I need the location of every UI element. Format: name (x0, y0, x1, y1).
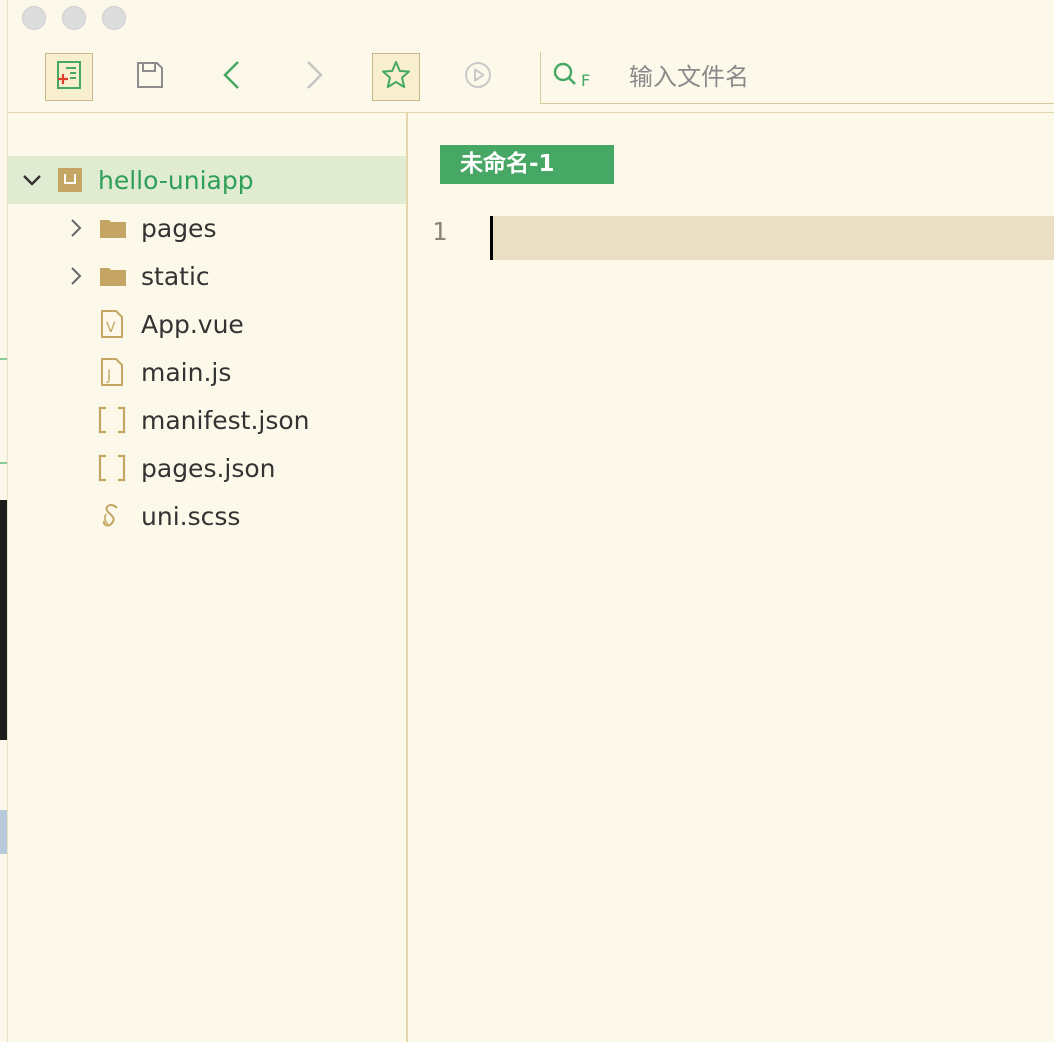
tree-item-label: static (141, 261, 210, 291)
tree-item-label: uni.scss (141, 501, 241, 531)
folder-icon (100, 265, 126, 287)
folder-icon (100, 217, 126, 239)
save-button[interactable] (126, 53, 174, 101)
current-line-highlight[interactable] (490, 216, 1054, 260)
toolbar: F (8, 36, 1054, 113)
line-number: 1 (432, 217, 448, 246)
scss-file-icon (100, 502, 124, 530)
favorite-button[interactable] (372, 53, 420, 101)
tree-item-manifest-json[interactable]: manifest.json (8, 396, 406, 444)
zoom-window-button[interactable] (102, 6, 126, 30)
chevron-left-icon (218, 59, 246, 96)
search-file-icon[interactable]: F (551, 60, 595, 97)
tree-item-label: pages.json (141, 453, 276, 483)
back-button[interactable] (208, 53, 256, 101)
vue-file-icon: V (101, 310, 123, 338)
play-circle-icon (463, 60, 493, 95)
background-window-edge (0, 0, 8, 1042)
tree-item-static[interactable]: static (8, 252, 406, 300)
star-icon (381, 60, 411, 95)
tree-item-label: App.vue (141, 309, 244, 339)
json-file-icon (98, 406, 126, 434)
new-file-icon (54, 60, 84, 95)
tree-item-pages[interactable]: pages (8, 204, 406, 252)
svg-text:J: J (106, 368, 111, 384)
tree-item-main-js[interactable]: J main.js (8, 348, 406, 396)
tree-item-label: manifest.json (141, 405, 310, 435)
editor-window: F hello-uniapp (8, 0, 1054, 1042)
title-bar (8, 0, 1054, 36)
background-divider (0, 358, 7, 360)
chevron-right-icon (300, 59, 328, 96)
code-editor[interactable]: 未命名-1 1 (408, 113, 1054, 1042)
new-file-button[interactable] (45, 53, 93, 101)
chevron-right-icon[interactable] (66, 218, 86, 238)
text-cursor (490, 216, 493, 260)
tree-item-uni-scss[interactable]: uni.scss (8, 492, 406, 540)
run-button[interactable] (454, 53, 502, 101)
background-divider (0, 462, 7, 464)
close-window-button[interactable] (22, 6, 46, 30)
background-dark-region (0, 500, 7, 740)
file-search-bar: F (540, 52, 1054, 104)
tree-item-label: main.js (141, 357, 232, 387)
tree-item-app-vue[interactable]: V App.vue (8, 300, 406, 348)
minimize-window-button[interactable] (62, 6, 86, 30)
json-file-icon (98, 454, 126, 482)
project-name: hello-uniapp (98, 165, 254, 195)
background-blue-region (0, 810, 7, 854)
forward-button[interactable] (290, 53, 338, 101)
js-file-icon: J (101, 358, 123, 386)
chevron-right-icon[interactable] (66, 266, 86, 286)
editor-tab-active[interactable]: 未命名-1 (440, 145, 614, 184)
svg-text:F: F (581, 71, 590, 90)
project-icon (58, 168, 82, 192)
project-explorer: hello-uniapp pages static V App.vue J ma… (8, 113, 408, 1042)
tree-project-root[interactable]: hello-uniapp (8, 156, 406, 204)
tree-item-label: pages (141, 213, 217, 243)
chevron-down-icon[interactable] (22, 170, 42, 190)
file-search-input[interactable] (627, 58, 1031, 96)
save-icon (135, 60, 165, 95)
svg-text:V: V (106, 320, 116, 336)
tree-item-pages-json[interactable]: pages.json (8, 444, 406, 492)
